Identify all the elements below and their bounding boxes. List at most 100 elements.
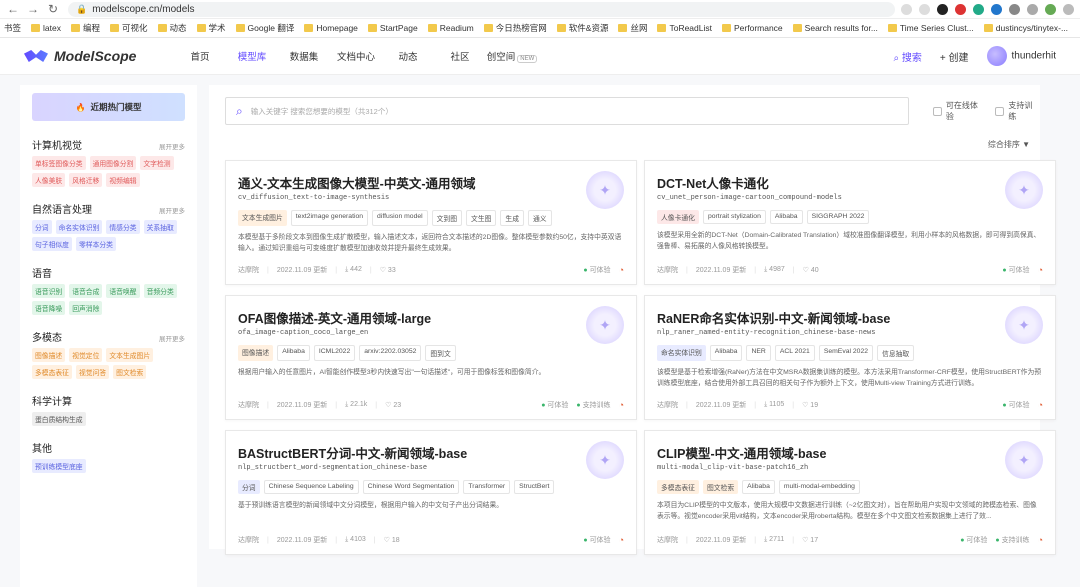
task-tag[interactable]: 视频编辑 xyxy=(106,173,140,187)
reload-icon[interactable]: ↻ xyxy=(46,2,60,16)
expand-more-link[interactable]: 展开更多 xyxy=(159,333,185,343)
task-tag[interactable]: 零样本分类 xyxy=(75,237,116,251)
bookmark-item[interactable]: dustincys/tinytex-... xyxy=(983,23,1068,33)
model-tag[interactable]: StructBert xyxy=(514,480,555,494)
bookmark-item[interactable]: 动态 xyxy=(157,22,187,34)
task-tag[interactable]: 音频分类 xyxy=(143,284,177,298)
model-tag[interactable]: ICML2022 xyxy=(313,345,356,361)
model-tag[interactable]: SemEval 2022 xyxy=(818,345,874,361)
run-icon[interactable]: ◔ xyxy=(619,400,624,410)
task-tag[interactable]: 关系抽取 xyxy=(143,220,177,234)
run-icon[interactable]: ◔ xyxy=(1038,535,1043,545)
model-tag[interactable]: text2image generation xyxy=(290,210,369,226)
task-tag[interactable]: 语音合成 xyxy=(69,284,103,298)
model-card[interactable]: OFA图像描述-英文-通用领域-large ofa_image-caption_c… xyxy=(225,295,637,420)
model-tag[interactable]: Alibaba xyxy=(742,480,775,494)
nav-docs[interactable]: 文档中心 xyxy=(330,49,382,63)
hot-models-button[interactable]: 🔥 近期热门模型 xyxy=(32,93,185,121)
bookmark-item[interactable]: Readium xyxy=(427,23,474,33)
model-tag[interactable]: ACL 2021 xyxy=(774,345,815,361)
search-button[interactable]: ⌕ 搜索 xyxy=(894,49,922,64)
modelscope-logo[interactable]: ModelScope xyxy=(24,48,174,64)
expand-more-link[interactable]: 展开更多 xyxy=(159,141,185,151)
bookmark-item[interactable]: 书签 xyxy=(4,22,21,34)
bookmark-item[interactable]: latex xyxy=(31,23,61,33)
model-tag[interactable]: NER xyxy=(746,345,771,361)
create-button[interactable]: + 创建 xyxy=(940,49,969,64)
sort-dropdown[interactable]: 综合排序 ▼ xyxy=(225,139,1040,150)
user-menu[interactable]: thunderhit xyxy=(986,46,1056,66)
model-card[interactable]: DCT-Net人像卡通化 cv_unet_person-image-cartoon… xyxy=(644,160,1056,285)
forward-icon[interactable]: → xyxy=(26,2,40,16)
extension-blue-icon[interactable] xyxy=(991,3,1002,15)
model-tag[interactable]: Alibaba xyxy=(769,210,803,224)
model-card[interactable]: 通义-文本生成图像大模型-中英文-通用领域 cv_diffusion_text-t… xyxy=(225,160,637,285)
model-tag[interactable]: Transformer xyxy=(463,480,511,494)
task-tag[interactable]: 多模态表征 xyxy=(32,365,72,379)
bookmark-item[interactable]: Google 翻译 xyxy=(235,22,294,34)
star-icon[interactable] xyxy=(919,3,930,15)
nav-community[interactable]: 社区 xyxy=(434,49,486,63)
share-icon[interactable] xyxy=(901,3,912,15)
run-icon[interactable]: ◔ xyxy=(619,265,624,275)
task-tag[interactable]: 图文检索 xyxy=(113,365,147,379)
model-title[interactable]: OFA图像描述-英文-通用领域-large xyxy=(238,308,624,327)
bookmark-item[interactable]: 丝网 xyxy=(618,22,647,34)
model-tag[interactable]: Alibaba xyxy=(277,345,310,361)
model-tag[interactable]: diffusion model xyxy=(372,210,428,226)
extension-green-icon[interactable] xyxy=(973,3,984,15)
bookmark-item[interactable]: 今日热榜官网 xyxy=(483,22,547,34)
bookmark-item[interactable]: Homepage xyxy=(304,23,358,33)
task-tag[interactable]: 命名实体识别 xyxy=(55,220,103,234)
model-card[interactable]: BAStructBERT分词-中文-新闻领域-base nlp_structber… xyxy=(225,430,637,555)
online-checkbox[interactable]: 可在线体验 xyxy=(932,100,985,122)
model-tag[interactable]: Chinese Word Segmentation xyxy=(362,480,460,494)
model-tag[interactable]: 分词 xyxy=(238,480,260,494)
run-icon[interactable]: ◔ xyxy=(1038,265,1043,275)
nav-feed[interactable]: 动态 xyxy=(382,49,434,63)
menu-icon[interactable] xyxy=(1063,3,1074,15)
bookmark-item[interactable]: Performance xyxy=(722,23,783,33)
puzzle-icon[interactable] xyxy=(1009,3,1020,15)
task-tag[interactable]: 风格迁移 xyxy=(69,173,103,187)
model-tag[interactable]: 文生图 xyxy=(466,210,497,226)
task-tag[interactable]: 句子相似度 xyxy=(32,237,72,251)
back-icon[interactable]: ← xyxy=(6,2,20,16)
model-tag[interactable]: 生成 xyxy=(500,210,525,226)
nav-home[interactable]: 首页 xyxy=(174,49,226,63)
task-tag[interactable]: 语音识别 xyxy=(32,284,66,298)
task-tag[interactable]: 通用图像分割 xyxy=(89,156,137,170)
task-tag[interactable]: 文字检测 xyxy=(140,156,174,170)
model-tag[interactable]: 通义 xyxy=(528,210,552,226)
bookmark-item[interactable]: 编程 xyxy=(70,22,100,34)
model-tag[interactable]: arxiv:2202.03052 xyxy=(359,345,422,361)
model-title[interactable]: DCT-Net人像卡通化 xyxy=(657,173,1043,192)
task-tag[interactable]: 预训练模型底座 xyxy=(32,459,86,473)
model-tag[interactable]: 文到图 xyxy=(431,210,463,226)
bookmark-item[interactable]: 学术 xyxy=(196,22,226,34)
train-checkbox[interactable]: 支持训练 xyxy=(995,100,1040,122)
nav-models[interactable]: 模型库 xyxy=(226,49,278,63)
model-tag[interactable]: 图到文 xyxy=(425,345,456,361)
expand-more-link[interactable]: 展开更多 xyxy=(159,205,185,215)
model-tag[interactable]: Alibaba xyxy=(709,345,743,361)
model-card[interactable]: CLIP模型-中文-通用领域-base multi-modal_clip-vit-… xyxy=(644,430,1056,555)
bookmark-item[interactable]: Search results for... xyxy=(792,23,878,33)
task-tag[interactable]: 语音降噪 xyxy=(32,301,66,315)
bookmark-item[interactable]: 软件&资源 xyxy=(556,22,608,34)
model-tag[interactable]: Chinese Sequence Labeling xyxy=(263,480,359,494)
model-tag[interactable]: 命名实体识别 xyxy=(657,345,706,361)
run-icon[interactable]: ◔ xyxy=(1038,400,1043,410)
task-tag[interactable]: 文本生成图片 xyxy=(106,348,154,362)
profile-icon[interactable] xyxy=(1045,3,1056,15)
bookmark-item[interactable]: StartPage xyxy=(367,23,418,33)
task-tag[interactable]: 语音唤醒 xyxy=(106,284,140,298)
extension-abp-icon[interactable] xyxy=(955,3,966,15)
task-tag[interactable]: 人像美肤 xyxy=(32,173,66,187)
model-title[interactable]: CLIP模型-中文-通用领域-base xyxy=(657,443,1043,462)
sidebar-icon[interactable] xyxy=(1027,3,1038,15)
task-tag[interactable]: 单标签图像分类 xyxy=(32,156,86,170)
bookmark-item[interactable]: ToReadList xyxy=(657,23,712,33)
task-tag[interactable]: 情感分类 xyxy=(106,220,140,234)
task-tag[interactable]: 蛋白质结构生成 xyxy=(32,412,86,426)
